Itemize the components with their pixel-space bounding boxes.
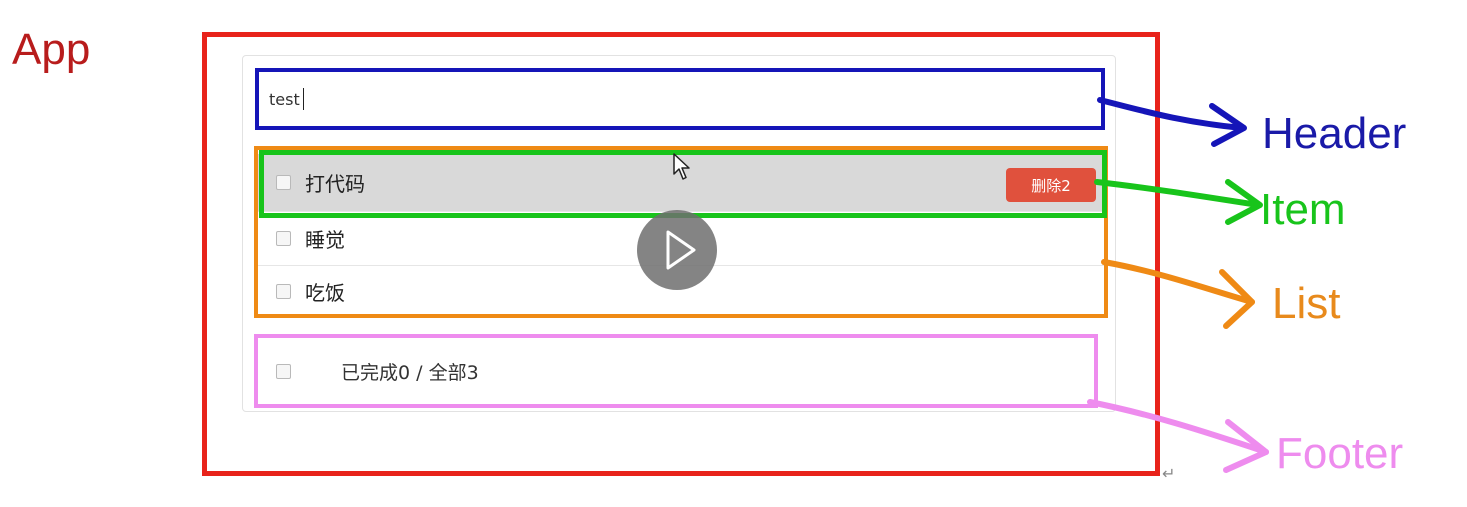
item-text: 吃饭: [305, 280, 345, 305]
return-arrow-icon: ↵: [1162, 464, 1176, 483]
footer-label: Footer: [1276, 429, 1404, 478]
header-label: Header: [1262, 109, 1407, 158]
footer-summary: 已完成0 / 全部3: [341, 361, 479, 384]
cursor-icon: [673, 153, 690, 180]
list-label: List: [1272, 279, 1341, 328]
play-button[interactable]: [637, 210, 717, 290]
delete-button[interactable]: 删除2: [1006, 168, 1096, 202]
select-all-checkbox[interactable]: [276, 363, 291, 379]
item-checkbox[interactable]: [276, 231, 291, 246]
todo-input[interactable]: [269, 84, 1069, 114]
item-checkbox[interactable]: [276, 283, 291, 299]
item-label: Item: [1260, 185, 1346, 234]
app-label: App: [12, 25, 91, 74]
footer-container: 已完成0 / 全部3: [254, 334, 1098, 408]
diagram-stage: App ↵ 打代码 删除2 睡觉 吃饭 已完成0 / 全部3: [0, 0, 1467, 507]
item-text: 打代码: [305, 172, 365, 196]
item-text: 睡觉: [305, 228, 345, 252]
header-container: [255, 68, 1105, 130]
play-icon: [666, 230, 696, 270]
item-checkbox[interactable]: [276, 175, 291, 190]
text-caret: [303, 88, 304, 110]
